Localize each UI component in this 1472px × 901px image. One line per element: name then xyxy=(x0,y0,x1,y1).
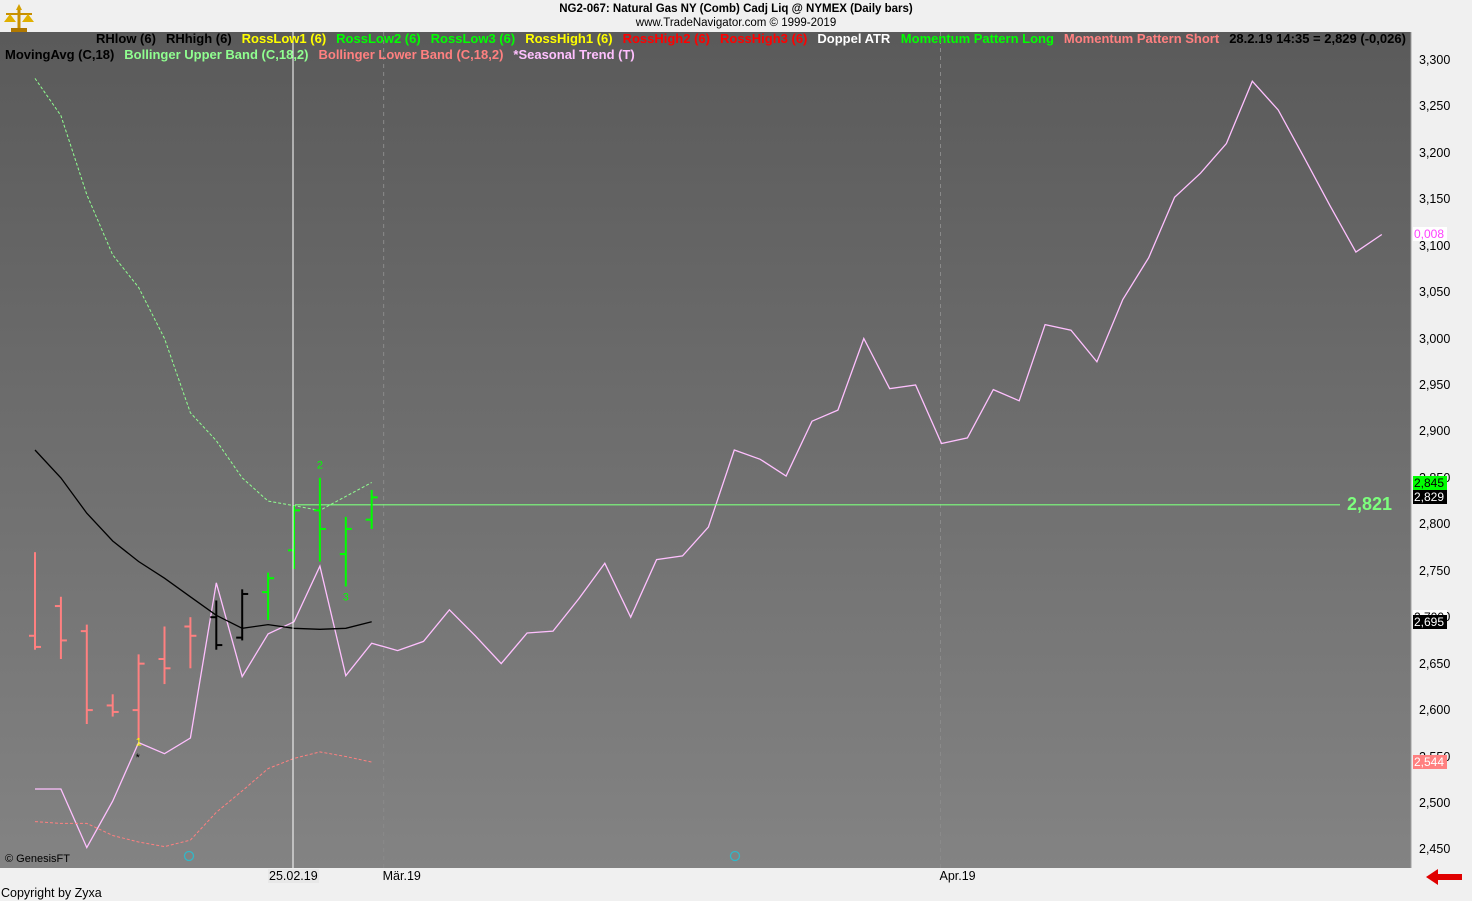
legend-item: RossLow1 (6) xyxy=(241,31,327,46)
chart-title: NG2-067: Natural Gas NY (Comb) Cadj Liq … xyxy=(559,3,913,15)
y-tick-label: 2,750 xyxy=(1419,563,1451,578)
legend-item: *Seasonal Trend (T) xyxy=(513,47,635,62)
legend-item: MovingAvg (C,18) xyxy=(5,47,115,62)
chart-svg: 1 * 2 3 xyxy=(0,32,1412,868)
legend-item: RossLow2 (6) xyxy=(336,31,421,46)
legend-item: RHhigh (6) xyxy=(165,31,232,46)
chart-root: 1 * 2 3 NG2-067: Natural Gas NY (Comb) Cadj… xyxy=(0,0,1472,901)
scroll-left-arrow-icon[interactable] xyxy=(1424,868,1464,886)
legend-item: RossHigh3 (6) xyxy=(719,31,808,46)
annotation-3: 3 xyxy=(343,591,349,603)
y-tick-label: 2,800 xyxy=(1419,517,1451,532)
copyright-text: Copyright by Zyxa xyxy=(1,886,102,900)
legend-item: RossHigh1 (6) xyxy=(525,31,613,46)
price-badge: 2,829 xyxy=(1413,490,1447,505)
annotation-2: 2 xyxy=(317,460,323,472)
y-tick-label: 3,250 xyxy=(1419,99,1451,114)
y-tick-label: 2,600 xyxy=(1419,703,1451,718)
x-tick-label: Mär.19 xyxy=(382,869,421,883)
y-tick-label: 3,000 xyxy=(1419,331,1451,346)
y-tick-label: 2,500 xyxy=(1419,795,1451,810)
annotation-0: 1 xyxy=(136,736,142,748)
selected-date-label: 25.02.19 xyxy=(268,869,319,883)
legend-item: 28.2.19 14:35 = 2,829 (-0,026) xyxy=(1229,31,1406,46)
y-tick-label: 3,300 xyxy=(1419,52,1451,67)
price-badge: 2,845 xyxy=(1413,475,1447,490)
y-tick-label: 3,050 xyxy=(1419,285,1451,300)
horizontal-line-label: 2,821 xyxy=(1347,493,1393,514)
y-tick-label: 3,200 xyxy=(1419,145,1451,160)
price-badge: 0,008 xyxy=(1413,226,1447,241)
y-tick-label: 2,650 xyxy=(1419,656,1451,671)
annotation-1: * xyxy=(136,752,141,764)
legend-item: RossHigh2 (6) xyxy=(622,31,710,46)
y-tick-label: 3,100 xyxy=(1419,238,1451,253)
price-badge: 2,544 xyxy=(1413,755,1447,770)
legend-item: Momentum Pattern Short xyxy=(1063,31,1220,46)
legend-item: Bollinger Lower Band (C,18,2) xyxy=(318,47,504,62)
chart-subtitle: www.TradeNavigator.com © 1999-2019 xyxy=(635,17,837,29)
y-tick-label: 2,950 xyxy=(1419,377,1451,392)
legend-item: Bollinger Upper Band (C,18,2) xyxy=(124,47,309,62)
y-tick-label: 2,450 xyxy=(1419,842,1451,857)
y-tick-label: 2,900 xyxy=(1419,424,1451,439)
legend-item: Doppel ATR xyxy=(817,31,891,46)
legend-item: Momentum Pattern Long xyxy=(900,31,1054,46)
genesis-credit: © GenesisFT xyxy=(5,853,70,865)
plot-background xyxy=(0,32,1411,868)
x-tick-label: Apr.19 xyxy=(939,869,976,883)
legend-item: RossLow3 (6) xyxy=(430,31,516,46)
price-badge: 2,695 xyxy=(1413,614,1447,629)
y-tick-label: 3,150 xyxy=(1419,192,1451,207)
legend-item: RHlow (6) xyxy=(96,31,156,46)
